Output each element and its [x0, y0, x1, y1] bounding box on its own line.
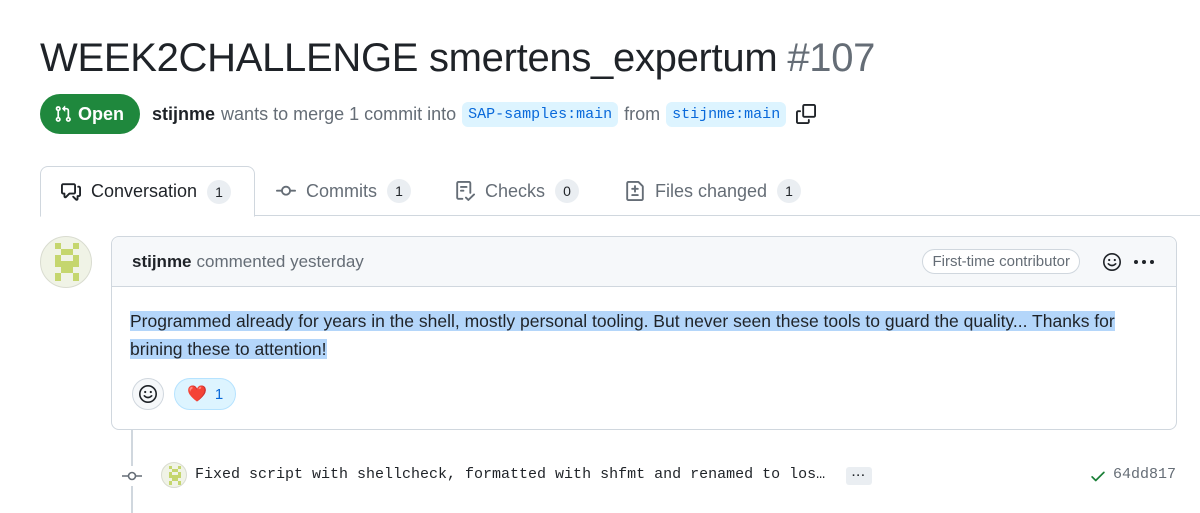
tab-checks-count: 0 [555, 179, 580, 203]
git-commit-icon [121, 466, 143, 486]
identicon-icon [55, 243, 79, 281]
pr-title: WEEK2CHALLENGE smertens_expertum [40, 36, 778, 80]
pr-number: #107 [787, 36, 876, 80]
heart-emoji: ❤️ [187, 386, 207, 403]
add-reaction-button[interactable] [132, 378, 164, 410]
tab-files-changed-label: Files changed [655, 180, 768, 201]
pr-author-link[interactable]: stijnme [152, 104, 215, 125]
copy-icon[interactable] [796, 104, 817, 124]
commit-sha-link[interactable]: 64dd817 [1113, 466, 1176, 483]
tab-commits-label: Commits [306, 180, 377, 201]
tab-checks-label: Checks [485, 180, 546, 201]
commit-message-link[interactable]: Fixed script with shellcheck, formatted … [195, 466, 825, 483]
check-icon[interactable] [1089, 467, 1107, 490]
comment-timestamp[interactable]: commented yesterday [197, 252, 364, 272]
comment-body: Programmed already for years in the shel… [112, 287, 1176, 363]
file-diff-icon [626, 181, 644, 201]
head-branch-link[interactable]: stijnme:main [666, 101, 787, 127]
state-label: Open [78, 103, 125, 124]
comment-header: stijnme commented yesterday First-time c… [112, 237, 1176, 287]
kebab-horizontal-icon[interactable] [1132, 250, 1156, 274]
git-commit-icon [276, 185, 296, 196]
tab-checks[interactable]: Checks 0 [455, 166, 580, 216]
state-badge: Open [40, 94, 141, 134]
pr-title-heading: WEEK2CHALLENGE smertens_expertum #107 [40, 36, 875, 81]
merge-text: wants to merge 1 commit into [221, 103, 457, 124]
git-pull-request-icon [55, 105, 71, 122]
tab-files-changed[interactable]: Files changed 1 [625, 166, 802, 216]
commit-expand-button[interactable]: ··· [846, 467, 872, 485]
heart-reaction-button[interactable]: ❤️ 1 [174, 378, 237, 410]
tab-conversation[interactable]: Conversation 1 [40, 166, 255, 217]
tab-commits-count: 1 [387, 179, 411, 203]
comment-text: Programmed already for years in the shel… [130, 311, 1115, 359]
pr-tabs: Conversation 1 Commits 1 Checks 0 Files … [40, 166, 1200, 217]
comment-box: stijnme commented yesterday First-time c… [111, 236, 1177, 430]
heart-reaction-count: 1 [214, 385, 224, 403]
comment-author-link[interactable]: stijnme [132, 252, 192, 272]
smiley-icon [139, 385, 157, 403]
smiley-icon[interactable] [1100, 250, 1124, 274]
tab-conversation-count: 1 [207, 179, 232, 204]
checklist-icon [456, 181, 475, 201]
tab-commits[interactable]: Commits 1 [276, 166, 411, 216]
commit-author-avatar[interactable] [161, 462, 187, 488]
tab-conversation-label: Conversation [91, 181, 198, 201]
tab-files-changed-count: 1 [777, 179, 802, 203]
comment-discussion-icon [61, 182, 81, 201]
reactions-bar: ❤️ 1 [132, 378, 237, 410]
identicon-icon [169, 466, 181, 485]
from-text: from [624, 103, 661, 124]
base-branch-link[interactable]: SAP-samples:main [462, 101, 619, 127]
avatar[interactable] [40, 236, 92, 288]
pr-state-row: Open stijnme wants to merge 1 commit int… [40, 94, 817, 134]
first-time-contributor-badge: First-time contributor [922, 249, 1080, 274]
